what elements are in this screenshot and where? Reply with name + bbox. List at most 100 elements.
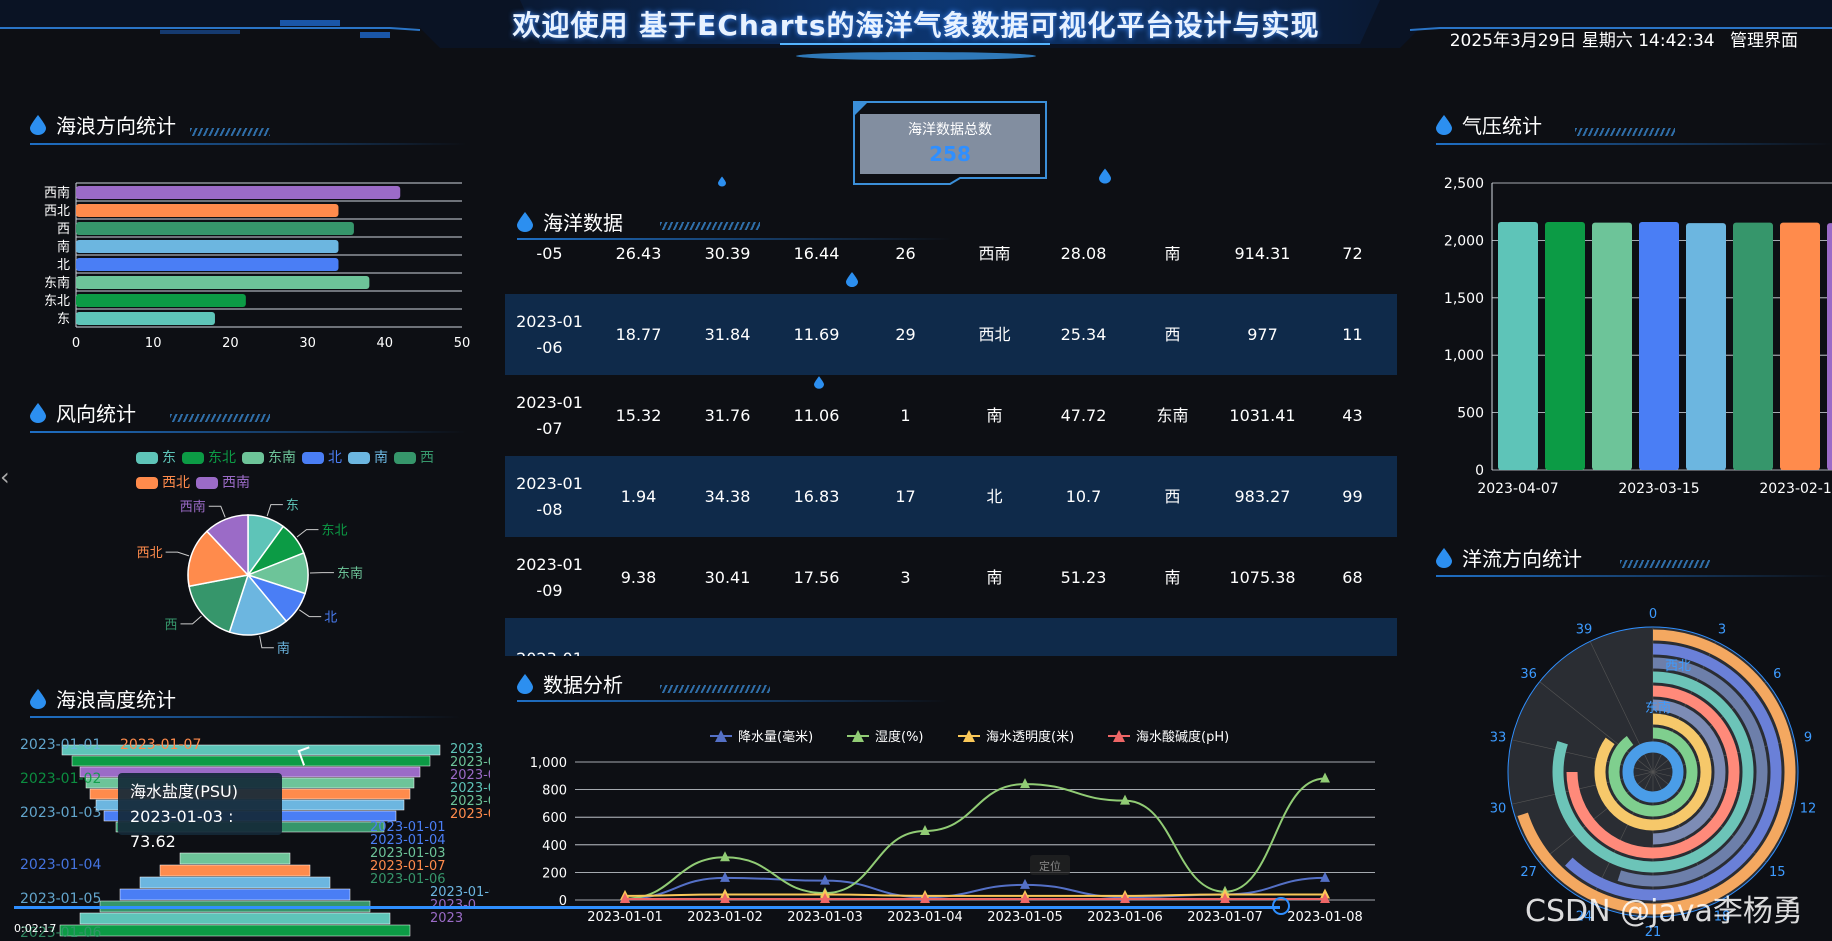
- current-direction-title: 洋流方向统计: [1436, 543, 1582, 572]
- table-cell: 北: [986, 486, 1003, 506]
- table-row[interactable]: -05 26.43 30.39 16.44 26 西南 28.08 南 914.31 72: [505, 246, 1397, 294]
- x-tick-label: 2023-03-15: [1618, 481, 1699, 497]
- legend-item[interactable]: 东: [136, 446, 176, 470]
- table-cell: 977: [1247, 324, 1278, 344]
- angle-label: 12: [1800, 801, 1817, 816]
- funnel-top-label: 2023-01-07: [120, 737, 201, 753]
- title-hatch: [170, 414, 270, 422]
- x-tick-label: 30: [299, 336, 316, 351]
- total-value: 258: [929, 142, 971, 166]
- pie-label: 东: [286, 499, 299, 514]
- y-tick-label: 400: [542, 839, 567, 854]
- water-drop-icon: [30, 402, 46, 423]
- angle-label: 3: [1718, 623, 1726, 638]
- y-tick-label: 800: [542, 784, 567, 799]
- date-cell: 2023-01: [505, 646, 594, 657]
- table-cell: 25.34: [1060, 324, 1107, 344]
- title-underline: [1436, 143, 1832, 145]
- legend-label: 东南: [268, 450, 296, 466]
- legend-label: 西北: [162, 475, 190, 491]
- funnel-segment: [59, 924, 411, 937]
- funnel-right-label: 2023-01-05: [450, 807, 490, 822]
- title-underline: [517, 238, 951, 240]
- datetime-text: 2025年3月29日 星期六 14:42:34: [1449, 31, 1715, 51]
- legend-item[interactable]: 西: [394, 446, 434, 470]
- panel-title-text: 海浪方向统计: [56, 114, 176, 138]
- category-label: 东南: [44, 275, 70, 291]
- water-drop-icon: [517, 211, 533, 232]
- pie-label: 西北: [137, 546, 163, 561]
- table-cell: 11.06: [793, 405, 840, 425]
- video-progress-bar[interactable]: [14, 906, 1280, 909]
- legend-label: 东: [162, 450, 176, 466]
- date-part: -05: [536, 246, 563, 263]
- table-row[interactable]: 2023-01 -06 18.77 31.84 11.69 29 西北 25.34 西 977 11: [505, 294, 1397, 375]
- pie-label-line: [165, 551, 190, 557]
- table-cell: 914.31: [1234, 246, 1291, 263]
- pressure-bar: [1827, 223, 1832, 470]
- legend-item[interactable]: 西北: [136, 471, 190, 495]
- table-row[interactable]: 2023-01 -09 9.38 30.41 17.56 3 南 51.23 南 1075.38 6…: [505, 537, 1397, 618]
- y-tick-label: 1,000: [1444, 348, 1484, 364]
- table-cell: 西北: [978, 324, 1011, 344]
- legend-item[interactable]: 北: [302, 446, 342, 470]
- x-tick-label: 2023-01-04: [887, 910, 963, 925]
- legend-item: 海水酸碱度(pH): [1108, 729, 1229, 745]
- x-tick-label: 2023-04-07: [1477, 481, 1558, 497]
- chevron-left-icon[interactable]: ‹: [0, 463, 20, 493]
- table-cell: 29: [895, 324, 916, 344]
- total-label: 海洋数据总数: [908, 122, 992, 138]
- pressure-bar: [1639, 222, 1679, 470]
- funnel-segment: [79, 912, 391, 925]
- table-cell: 51.23: [1060, 567, 1107, 587]
- x-tick-label: 2023-01-02: [687, 910, 763, 925]
- table-cell: 9.38: [620, 567, 657, 587]
- table-cell: 11: [1342, 324, 1363, 344]
- legend-label: 西南: [222, 475, 250, 491]
- table-cell: 18.77: [615, 324, 662, 344]
- table-cell: 68: [1342, 567, 1363, 587]
- y-tick-label: 600: [542, 811, 567, 826]
- pie-label-line: [298, 609, 322, 618]
- title-hatch: [660, 222, 760, 230]
- panel-title-text: 海洋数据: [543, 211, 623, 235]
- pie-label-line: [259, 635, 274, 649]
- legend-item[interactable]: 东北: [182, 446, 236, 470]
- pie-label-line: [266, 504, 283, 517]
- legend-swatch: [196, 477, 218, 489]
- legend-item[interactable]: 东南: [242, 446, 296, 470]
- table-cell: 31.76: [704, 405, 751, 425]
- legend-label: 海水酸碱度(pH): [1136, 729, 1229, 745]
- pie-label-line: [208, 505, 226, 518]
- video-progress-handle[interactable]: [1272, 897, 1290, 915]
- admin-link[interactable]: 管理界面: [1730, 31, 1798, 51]
- table-cell: 30.39: [704, 246, 751, 263]
- table-row[interactable]: 2023-01: [505, 618, 1397, 656]
- series-point: [720, 851, 730, 862]
- x-tick-label: 2023-01-06: [1087, 910, 1163, 925]
- pressure-bar: [1780, 222, 1820, 470]
- table-cell: 1031.41: [1229, 405, 1296, 425]
- angle-label: 15: [1769, 865, 1786, 880]
- date-part: -06: [536, 337, 563, 357]
- inner-label: 西北: [1665, 659, 1691, 674]
- table-row[interactable]: 2023-01 -08 1.94 34.38 16.83 17 北 10.7 西 983.27 99: [505, 456, 1397, 537]
- pie-label: 西南: [180, 499, 206, 515]
- category-label: 北: [57, 258, 70, 273]
- pie-label: 北: [324, 611, 337, 626]
- ocean-data-table: -05 26.43 30.39 16.44 26 西南 28.08 南 914.31 72 2023…: [505, 246, 1397, 656]
- x-tick-label: 0: [72, 336, 80, 351]
- wave-dir-bar: [76, 222, 354, 235]
- legend-item[interactable]: 西南: [196, 471, 250, 495]
- legend-swatch: [182, 452, 204, 464]
- legend-item[interactable]: 南: [348, 446, 388, 470]
- x-tick-label: 10: [145, 336, 162, 351]
- category-label: 西南: [44, 185, 70, 201]
- legend-label: 北: [328, 450, 342, 466]
- angle-label: 33: [1490, 731, 1507, 746]
- funnel-segment: [61, 744, 441, 756]
- water-drop-icon: [718, 176, 726, 187]
- table-row[interactable]: 2023-01 -07 15.32 31.76 11.06 1 南 47.72 东南 1031.4…: [505, 375, 1397, 456]
- inner-label: 东南: [1645, 700, 1671, 716]
- header-datetime-area: 2025年3月29日 星期六 14:42:34 管理界面: [1450, 26, 1798, 51]
